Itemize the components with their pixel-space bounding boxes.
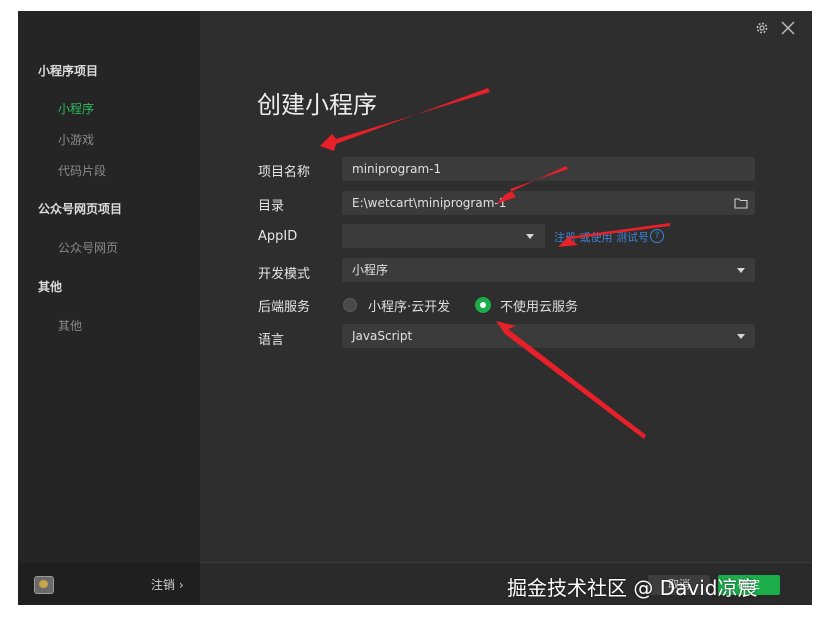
- sidebar-item-miniprogram[interactable]: 小程序: [58, 100, 94, 117]
- language-label: 语言: [258, 333, 285, 348]
- sidebar: 小程序项目 小程序 小游戏 代码片段 公众号网页项目 公众号网页 其他 其他 注…: [18, 11, 200, 605]
- radio-cloud-dev[interactable]: [343, 298, 357, 312]
- folder-icon[interactable]: [734, 197, 748, 209]
- sidebar-section-other: 其他: [38, 280, 63, 294]
- create-project-dialog: 小程序项目 小程序 小游戏 代码片段 公众号网页项目 公众号网页 其他 其他 注…: [18, 11, 812, 605]
- radio-no-cloud[interactable]: [475, 297, 491, 313]
- page-title: 创建小程序: [257, 91, 377, 119]
- avatar-image: [39, 580, 48, 588]
- backend-label: 后端服务: [258, 300, 311, 315]
- radio-no-cloud-label[interactable]: 不使用云服务: [500, 296, 578, 315]
- logout-link[interactable]: 注销 ›: [151, 576, 184, 593]
- gear-icon[interactable]: [755, 21, 769, 35]
- avatar[interactable]: [34, 576, 54, 594]
- appid-label: AppID: [258, 229, 298, 244]
- sidebar-item-minigame[interactable]: 小游戏: [58, 131, 94, 148]
- chevron-down-icon: [737, 268, 745, 273]
- radio-cloud-dev-label[interactable]: 小程序·云开发: [368, 296, 450, 315]
- dev-mode-label: 开发模式: [258, 267, 311, 282]
- sidebar-item-other[interactable]: 其他: [58, 317, 82, 334]
- chevron-down-icon: [737, 334, 745, 339]
- directory-label: 目录: [258, 199, 285, 214]
- project-name-input[interactable]: miniprogram-1: [342, 157, 755, 181]
- sidebar-item-official-account-web[interactable]: 公众号网页: [58, 239, 118, 256]
- directory-input[interactable]: E:\wetcart\miniprogram-1: [342, 191, 755, 215]
- sidebar-footer: 注销 ›: [18, 563, 200, 605]
- language-value: JavaScript: [352, 329, 413, 343]
- dev-mode-select[interactable]: 小程序: [342, 258, 755, 282]
- sidebar-section-miniprogram: 小程序项目: [38, 64, 99, 78]
- sidebar-section-official-account: 公众号网页项目: [38, 202, 123, 216]
- appid-select[interactable]: [342, 224, 545, 248]
- project-name-label: 项目名称: [258, 165, 311, 180]
- chevron-down-icon: [526, 234, 534, 239]
- sidebar-item-code-snippet[interactable]: 代码片段: [58, 162, 106, 179]
- watermark: 掘金技术社区 @ David凉宸: [507, 576, 758, 600]
- language-select[interactable]: JavaScript: [342, 324, 755, 348]
- help-icon[interactable]: ?: [650, 229, 664, 243]
- appid-hint-link[interactable]: 注册 或使用 测试号: [554, 229, 649, 245]
- close-icon[interactable]: [780, 20, 796, 36]
- dev-mode-value: 小程序: [352, 263, 389, 277]
